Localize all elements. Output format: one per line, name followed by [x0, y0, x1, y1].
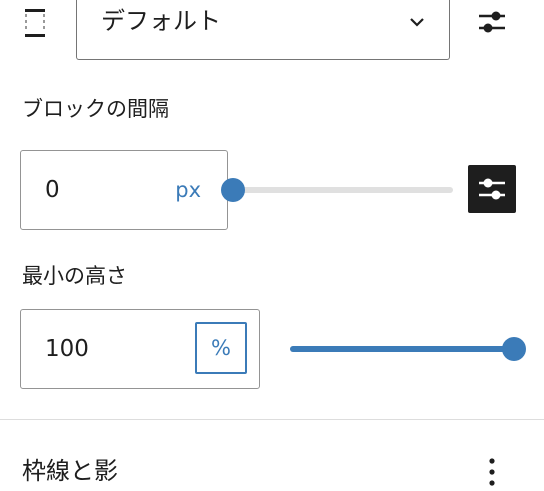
block-spacing-label: ブロックの間隔 — [22, 97, 169, 121]
slider-track — [233, 187, 453, 193]
min-height-slider[interactable] — [290, 337, 526, 361]
layout-select[interactable]: デフォルト — [76, 0, 450, 60]
kebab-menu-icon[interactable] — [480, 455, 504, 491]
slider-thumb[interactable] — [221, 178, 245, 202]
block-spacing-slider[interactable] — [221, 178, 453, 202]
slider-fill — [290, 346, 514, 352]
min-height-label: 最小の高さ — [22, 264, 127, 288]
block-spacing-unit-select[interactable]: px — [175, 175, 201, 205]
sliders-icon — [479, 178, 505, 200]
sliders-icon[interactable] — [476, 6, 508, 38]
section-divider — [0, 419, 544, 420]
layout-select-value: デフォルト — [101, 7, 221, 35]
chevron-down-icon — [410, 18, 424, 27]
block-spacing-value: 0 — [45, 177, 60, 203]
block-spacing-settings-button[interactable] — [468, 165, 516, 213]
min-height-unit-select[interactable]: % — [195, 322, 247, 374]
min-height-value: 100 — [45, 336, 89, 362]
border-section-title[interactable]: 枠線と影 — [22, 455, 118, 487]
block-spacing-input[interactable]: 0 px — [20, 150, 228, 230]
slider-thumb[interactable] — [502, 337, 526, 361]
min-height-input[interactable]: 100 % — [20, 309, 260, 389]
padding-sides-icon[interactable] — [22, 8, 48, 38]
